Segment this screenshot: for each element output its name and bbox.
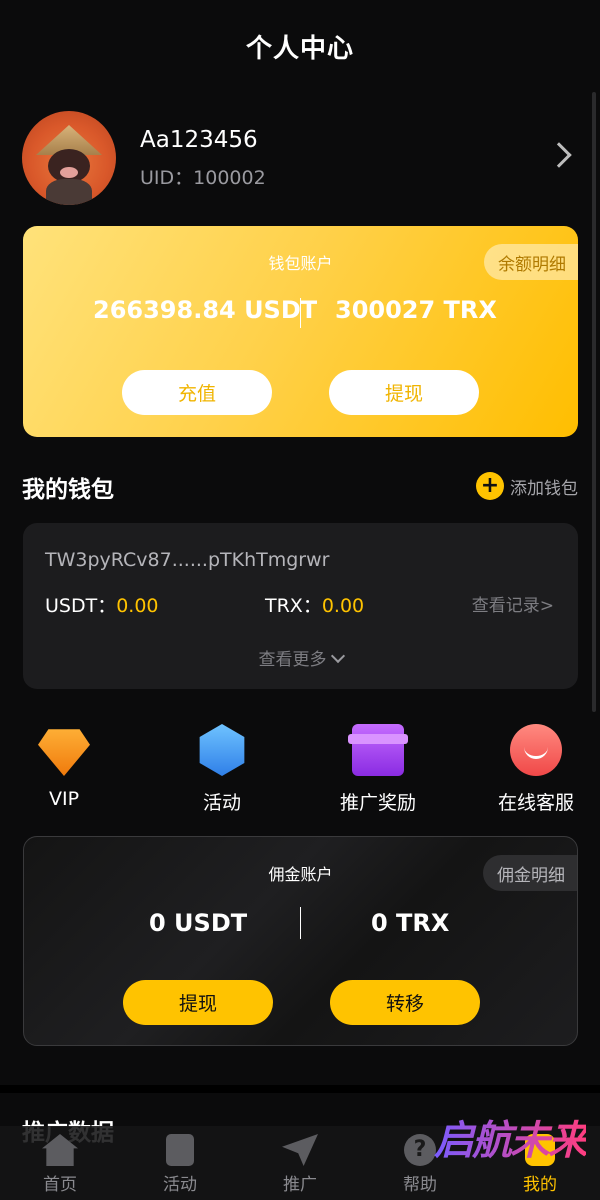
add-wallet-label: 添加钱包 (510, 478, 578, 499)
commission-trx-balance: 0 TRX (371, 909, 450, 937)
wallet-list-item[interactable]: TW3pyRCv87......pTKhTmgrwr USDT：0.00 TRX… (23, 523, 578, 689)
view-records-link[interactable]: 查看记录> (472, 591, 554, 616)
watermark-logo: 启航未来 (434, 1108, 588, 1166)
avatar-body (46, 179, 92, 205)
add-wallet-button[interactable]: + 添加钱包 (476, 472, 578, 500)
view-more-button[interactable]: 查看更多 (23, 645, 578, 670)
profile-row[interactable]: Aa123456 UID：100002 (22, 110, 582, 206)
home-icon (42, 1134, 78, 1166)
tab-label: 活动 (163, 1175, 197, 1195)
section-divider (0, 1085, 600, 1093)
shortcut-label: 在线客服 (497, 792, 574, 814)
activity-icon (166, 1134, 194, 1166)
tab-activity[interactable]: 活动 (120, 1126, 240, 1200)
shortcut-activity[interactable]: 活动 (152, 724, 292, 815)
profile-info: Aa123456 UID：100002 (140, 127, 266, 190)
wallet-account-card: 钱包账户 余额明细 266398.84 USDT 300027 TRX 充值 提… (23, 226, 578, 437)
wallet-usdt-label: USDT： (45, 595, 117, 617)
gift-icon (348, 724, 408, 776)
withdraw-button[interactable]: 提现 (329, 370, 479, 415)
user-id: UID：100002 (140, 166, 266, 189)
wallet-usdt-row: USDT：0.00 (45, 591, 159, 618)
commission-account-card: 佣金账户 佣金明细 0 USDT 0 TRX 提现 转移 (23, 836, 578, 1046)
avatar[interactable] (22, 111, 116, 205)
wallet-trx-label: TRX： (265, 595, 322, 617)
wallet-address: TW3pyRCv87......pTKhTmgrwr (45, 549, 330, 571)
shortcut-label: 推广奖励 (339, 792, 416, 814)
plus-icon: + (476, 472, 504, 500)
wallet-trx-value: 0.00 (321, 595, 365, 617)
tab-label: 我的 (523, 1175, 557, 1195)
shortcut-grid: VIP 活动 推广奖励 在线客服 (0, 724, 600, 824)
shortcut-label: VIP (48, 788, 80, 810)
balance-detail-button[interactable]: 余额明细 (484, 244, 578, 280)
shortcut-promo-reward[interactable]: 推广奖励 (308, 724, 448, 815)
commission-detail-button[interactable]: 佣金明细 (483, 855, 577, 891)
wallet-trx-row: TRX：0.00 (265, 591, 364, 618)
commission-usdt-balance: 0 USDT (149, 909, 248, 937)
view-more-label: 查看更多 (258, 650, 327, 670)
wallet-usdt-balance: 266398.84 USDT (93, 296, 318, 324)
scrollbar[interactable] (592, 92, 596, 712)
tab-label: 首页 (43, 1175, 77, 1195)
commission-withdraw-button[interactable]: 提现 (123, 980, 273, 1025)
chevron-down-icon (330, 648, 345, 664)
help-icon: ? (404, 1134, 436, 1166)
tab-label: 帮助 (403, 1175, 437, 1195)
my-wallet-title: 我的钱包 (22, 477, 114, 503)
recharge-button[interactable]: 充值 (122, 370, 272, 415)
send-icon (282, 1134, 318, 1166)
shortcut-vip[interactable]: VIP (0, 724, 134, 810)
avatar-snout (60, 167, 78, 178)
shortcut-label: 活动 (202, 792, 241, 814)
wallet-trx-balance: 300027 TRX (335, 296, 497, 324)
balance-divider (300, 298, 301, 328)
username: Aa123456 (140, 126, 258, 153)
tab-promotion[interactable]: 推广 (240, 1126, 360, 1200)
transfer-button[interactable]: 转移 (330, 980, 480, 1025)
page-title: 个人中心 (245, 33, 354, 64)
activity-badge-icon (199, 724, 245, 776)
tab-label: 推广 (283, 1175, 317, 1195)
shortcut-customer-service[interactable]: 在线客服 (466, 724, 600, 815)
tab-home[interactable]: 首页 (0, 1126, 120, 1200)
balance-divider (300, 907, 301, 939)
vip-diamond-icon (38, 729, 90, 776)
wallet-usdt-value: 0.00 (116, 595, 159, 617)
chevron-right-icon[interactable] (546, 142, 572, 168)
page-header: 个人中心 (0, 0, 600, 92)
customer-service-icon (510, 724, 562, 776)
